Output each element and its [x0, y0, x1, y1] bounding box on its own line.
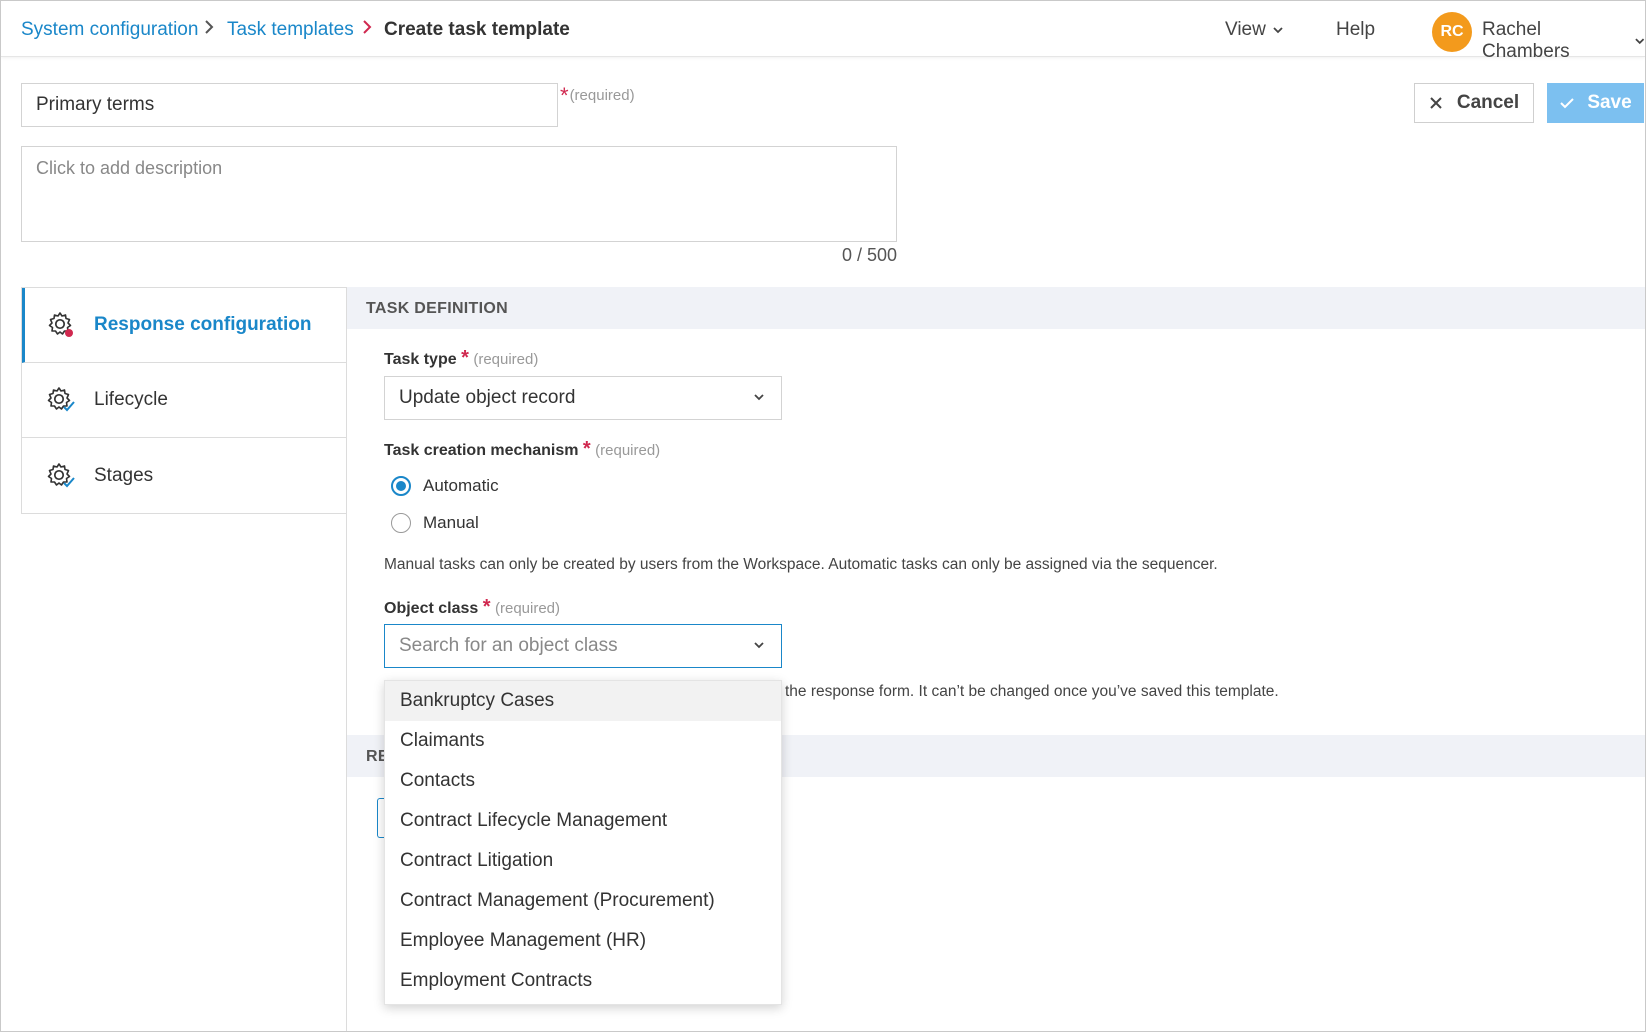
section-title: TASK DEFINITION	[366, 300, 508, 317]
task-type-label: Task type * (required)	[384, 347, 538, 370]
sidebar-item-label: Response configuration	[94, 314, 312, 335]
object-class-select[interactable]	[384, 624, 782, 668]
dropdown-option[interactable]: Bankruptcy Cases	[385, 681, 781, 721]
breadcrumb-separator-icon	[204, 18, 214, 41]
dropdown-option[interactable]: Contract Lifecycle Management	[385, 801, 781, 841]
gear-alert-icon	[48, 312, 73, 337]
gear-check-icon	[47, 462, 75, 487]
chevron-down-icon	[754, 394, 764, 401]
required-text: (required)	[473, 351, 539, 368]
required-text: (required)	[494, 600, 561, 617]
radio-manual[interactable]: Manual	[391, 513, 479, 533]
radio-automatic[interactable]: Automatic	[391, 476, 499, 496]
object-class-help-text: the response form. It can’t be changed o…	[785, 683, 1279, 700]
template-name-input[interactable]	[21, 83, 558, 127]
required-star: *	[582, 438, 591, 460]
required-star: *	[482, 596, 491, 618]
breadcrumb-separator-icon	[362, 18, 372, 41]
page-title: Create task template	[384, 19, 570, 40]
object-class-dropdown: Bankruptcy Cases Claimants Contacts Cont…	[384, 680, 782, 1005]
dropdown-option[interactable]: Contacts	[385, 761, 781, 801]
required-star: *	[560, 83, 569, 108]
radio-label: Manual	[423, 513, 479, 532]
content-divider	[346, 287, 347, 1031]
view-menu-label: View	[1225, 19, 1266, 40]
object-class-label: Object class * (required)	[384, 596, 560, 619]
object-class-label-text: Object class	[384, 600, 479, 617]
view-menu[interactable]: View	[1225, 19, 1284, 41]
save-button-label: Save	[1587, 92, 1632, 113]
object-class-search-input[interactable]	[399, 635, 719, 657]
required-text: (required)	[569, 87, 635, 104]
description-textarea[interactable]	[21, 146, 897, 242]
mechanism-help-text: Manual tasks can only be created by user…	[384, 556, 1218, 573]
task-type-label-text: Task type	[384, 351, 457, 368]
sidebar: Response configuration Lifecycle Stages	[21, 287, 346, 514]
required-text: (required)	[595, 442, 661, 459]
dropdown-option[interactable]: Claimants	[385, 721, 781, 761]
radio-button[interactable]	[391, 513, 411, 533]
breadcrumb-system-configuration[interactable]: System configuration	[21, 19, 198, 41]
sidebar-item-lifecycle[interactable]: Lifecycle	[22, 363, 346, 438]
user-name: Rachel Chambers	[1482, 19, 1570, 62]
sidebar-item-stages[interactable]: Stages	[22, 438, 346, 513]
app-frame: System configuration Task templates Crea…	[0, 0, 1646, 1032]
check-icon	[1560, 98, 1575, 109]
task-type-select[interactable]: Update object record	[384, 376, 782, 420]
help-link[interactable]: Help	[1336, 19, 1375, 41]
chevron-down-icon	[1273, 27, 1283, 34]
sidebar-item-response-configuration[interactable]: Response configuration	[22, 288, 346, 363]
radio-button-checked[interactable]	[391, 476, 411, 496]
avatar[interactable]: RC	[1432, 12, 1472, 52]
task-type-value: Update object record	[399, 387, 576, 408]
cancel-button-label: Cancel	[1456, 92, 1520, 113]
dropdown-option[interactable]: Contract Litigation	[385, 841, 781, 881]
name-required-indicator: * (required)	[560, 83, 635, 109]
close-icon	[1430, 97, 1442, 109]
gear-check-icon	[47, 387, 75, 412]
cancel-button[interactable]: Cancel	[1414, 83, 1534, 123]
char-counter: 0 / 500	[841, 245, 897, 265]
radio-label: Automatic	[423, 476, 499, 495]
breadcrumb-task-templates[interactable]: Task templates	[227, 19, 354, 41]
sidebar-item-label: Lifecycle	[94, 389, 168, 410]
chevron-down-icon	[754, 642, 764, 649]
section-header-task-definition: TASK DEFINITION	[347, 287, 1645, 329]
dropdown-option[interactable]: Contract Management (Procurement)	[385, 881, 781, 921]
save-button[interactable]: Save	[1547, 83, 1644, 123]
sidebar-item-label: Stages	[94, 464, 154, 486]
chevron-down-icon	[1634, 38, 1644, 45]
mechanism-label: Task creation mechanism * (required)	[384, 438, 660, 461]
dropdown-option[interactable]: Employee Management (HR)	[385, 921, 781, 961]
mechanism-label-text: Task creation mechanism	[384, 442, 579, 459]
required-star: *	[461, 347, 469, 369]
top-bar: System configuration Task templates Crea…	[1, 1, 1645, 62]
user-menu[interactable]: Rachel Chambers	[1482, 19, 1645, 63]
dropdown-option[interactable]: Employment Contracts	[385, 961, 781, 1001]
